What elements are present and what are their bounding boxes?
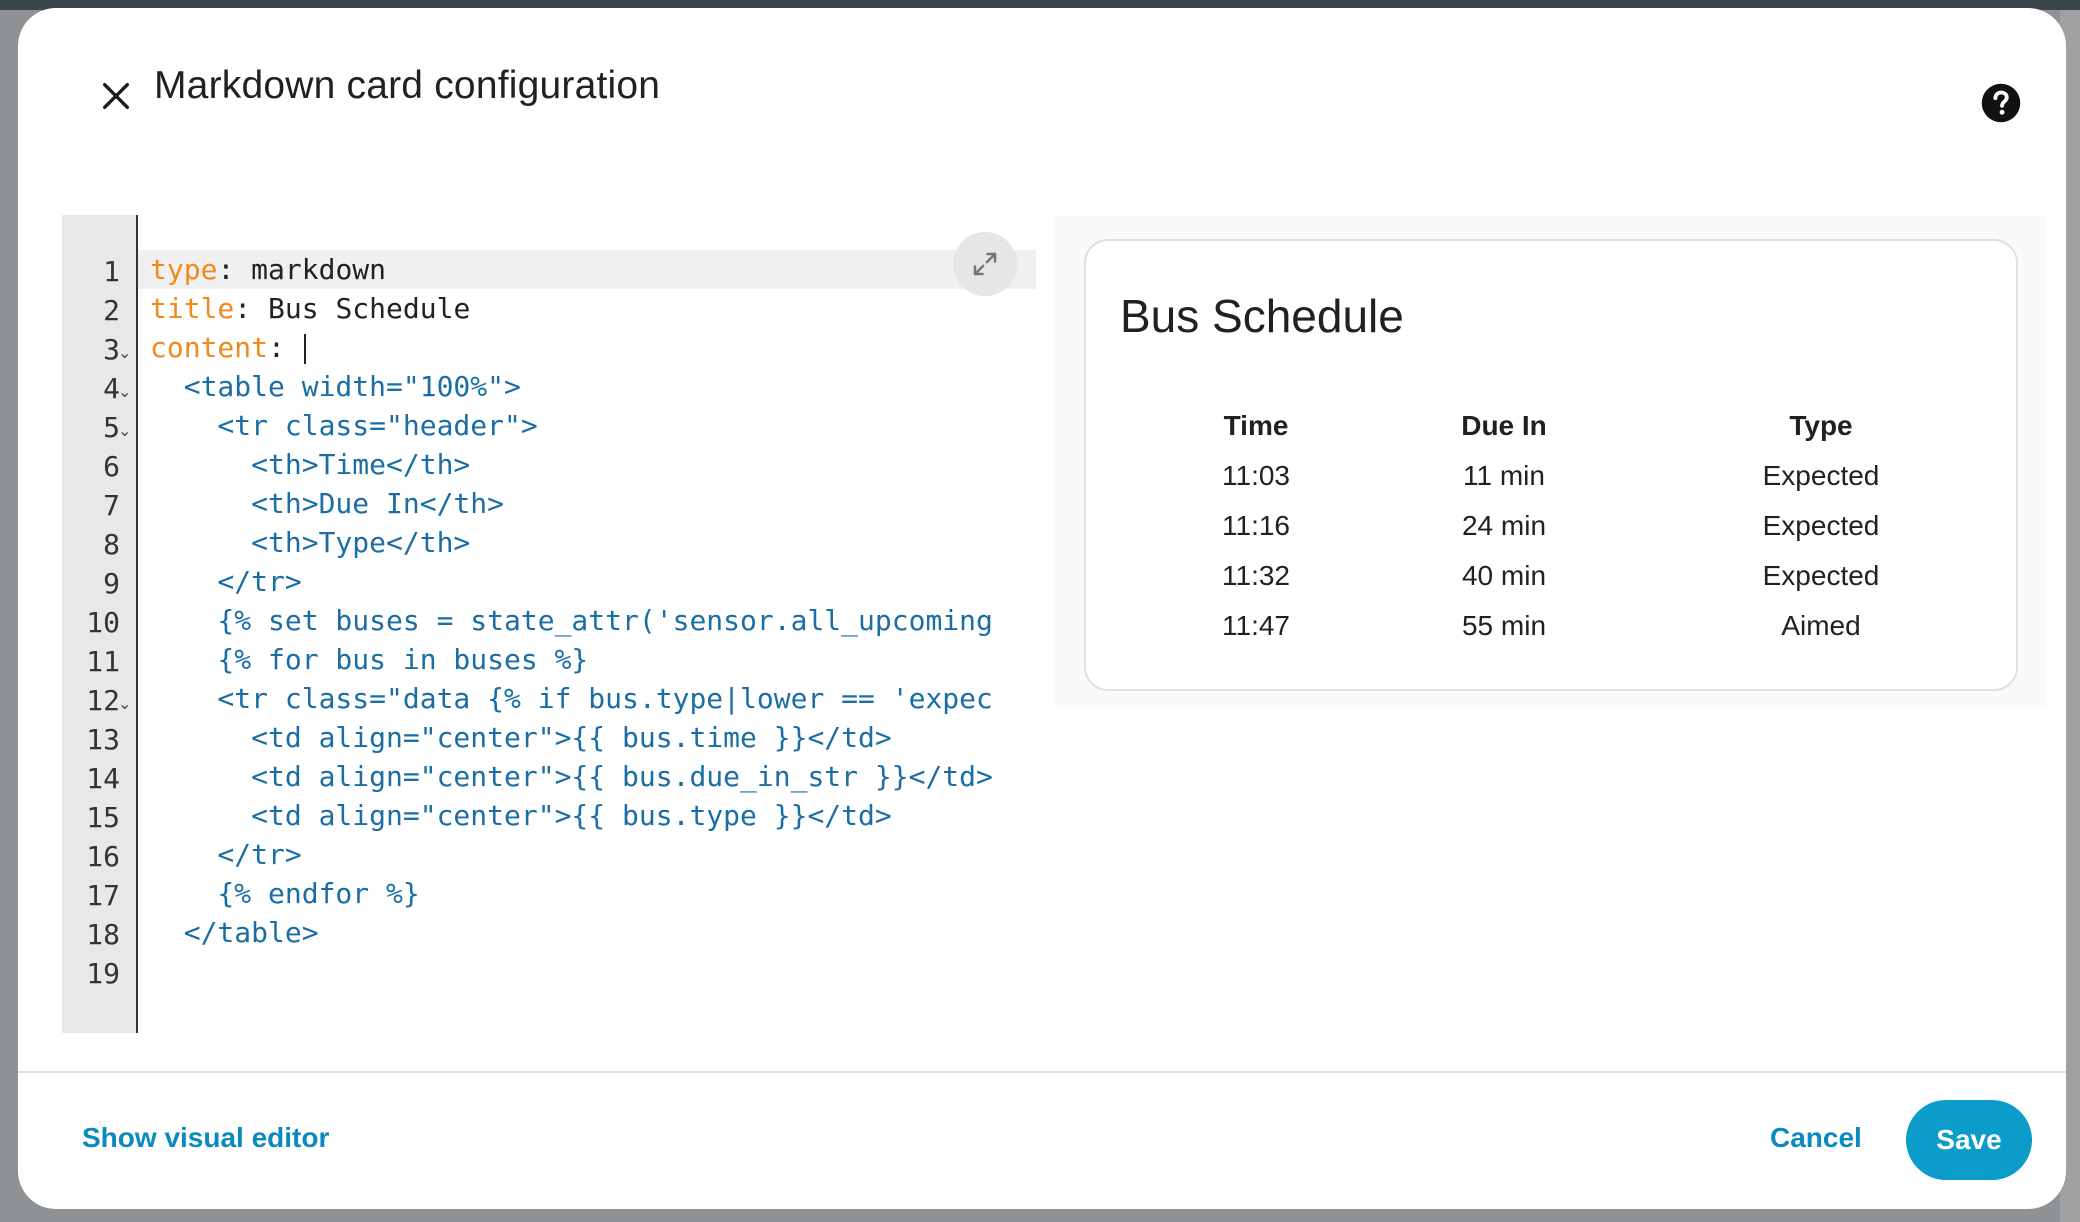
help-button[interactable] xyxy=(1964,66,2038,140)
code-line[interactable]: <th>Due In</th> xyxy=(150,484,504,523)
code-line[interactable]: <tr class="data {% if bus.type|lower == … xyxy=(150,679,992,718)
line-number: 3 xyxy=(103,333,120,366)
code-line[interactable]: <tr class="header"> xyxy=(150,406,537,445)
code-line[interactable]: <th>Time</th> xyxy=(150,445,470,484)
fold-chevron-icon[interactable]: ⌄ xyxy=(118,421,131,440)
code-line[interactable]: <td align="center">{{ bus.due_in_str }}<… xyxy=(150,757,993,796)
table-header-row: Time Due In Type xyxy=(1116,401,1976,451)
column-header: Due In xyxy=(1461,410,1547,441)
table-cell: 40 min xyxy=(1461,560,1547,591)
code-line[interactable]: </table> xyxy=(150,913,319,952)
code-line[interactable]: {% endfor %} xyxy=(150,874,419,913)
code-line[interactable]: <table width="100%"> xyxy=(150,367,521,406)
close-button[interactable] xyxy=(76,56,156,136)
table-row: 11:16 24 min Expected xyxy=(1116,501,1976,551)
table-row: 11:47 55 min Aimed xyxy=(1116,601,1976,651)
table-row: 11:32 40 min Expected xyxy=(1116,551,1976,601)
cancel-button[interactable]: Cancel xyxy=(1770,1122,1862,1154)
dialog-title: Markdown card configuration xyxy=(154,64,661,107)
table-cell: 55 min xyxy=(1461,610,1547,641)
line-number: 18 xyxy=(86,918,120,951)
table-cell: 11 min xyxy=(1463,460,1545,491)
fold-chevron-icon[interactable]: ⌄ xyxy=(118,694,131,713)
code-line[interactable]: content: xyxy=(150,328,306,367)
bus-schedule-table: Time Due In Type 11:03 11 min Expected 1… xyxy=(1116,401,1976,651)
footer-divider xyxy=(18,1071,2066,1073)
line-number: 19 xyxy=(86,957,120,990)
code-line[interactable]: </tr> xyxy=(150,562,301,601)
fold-chevron-icon[interactable]: ⌄ xyxy=(118,343,131,362)
line-number: 5 xyxy=(103,411,120,444)
yaml-code-editor[interactable]: 1 2 3 ⌄ 4 ⌄ 5 ⌄ 6 7 8 9 10 11 12 ⌄ 13 14… xyxy=(62,215,1050,1033)
markdown-card-preview: Bus Schedule Time Due In Type 11:03 11 m… xyxy=(1084,239,2018,691)
line-number: 16 xyxy=(86,840,120,873)
expand-editor-button[interactable] xyxy=(953,232,1017,296)
line-number: 12 xyxy=(86,684,120,717)
line-number: 14 xyxy=(86,762,120,795)
table-cell: Expected xyxy=(1762,560,1880,591)
line-number-gutter: 1 2 3 ⌄ 4 ⌄ 5 ⌄ 6 7 8 9 10 11 12 ⌄ 13 14… xyxy=(62,215,138,1033)
line-number: 2 xyxy=(103,294,120,327)
show-visual-editor-button[interactable]: Show visual editor xyxy=(82,1122,329,1154)
close-icon xyxy=(102,82,130,110)
fold-chevron-icon[interactable]: ⌄ xyxy=(118,382,131,401)
code-line[interactable]: <td align="center">{{ bus.type }}</td> xyxy=(150,796,892,835)
code-line[interactable]: {% set buses = state_attr('sensor.all_up… xyxy=(150,601,992,640)
card-config-dialog: Markdown card configuration 1 2 3 ⌄ 4 ⌄ … xyxy=(18,8,2066,1209)
line-number: 6 xyxy=(103,450,120,483)
line-number: 4 xyxy=(103,372,120,405)
text-cursor xyxy=(303,334,306,364)
code-line[interactable]: type: markdown xyxy=(150,250,386,289)
line-number: 8 xyxy=(103,528,120,561)
table-row: 11:03 11 min Expected xyxy=(1116,451,1976,501)
line-number: 7 xyxy=(103,489,120,522)
line-number: 1 xyxy=(103,255,120,288)
code-line[interactable]: <td align="center">{{ bus.time }}</td> xyxy=(150,718,892,757)
expand-icon xyxy=(973,252,997,276)
table-cell: Expected xyxy=(1762,510,1880,541)
line-number: 10 xyxy=(86,606,120,639)
table-cell: Aimed xyxy=(1781,610,1861,641)
column-header: Type xyxy=(1789,410,1853,441)
line-number: 13 xyxy=(86,723,120,756)
line-number: 17 xyxy=(86,879,120,912)
line-number: 11 xyxy=(86,645,120,678)
code-line[interactable]: {% for bus in buses %} xyxy=(150,640,588,679)
code-line[interactable]: title: Bus Schedule xyxy=(150,289,470,328)
card-title: Bus Schedule xyxy=(1120,290,1404,342)
save-button[interactable]: Save xyxy=(1906,1100,2032,1180)
table-cell: 24 min xyxy=(1461,510,1547,541)
line-number: 15 xyxy=(86,801,120,834)
code-line[interactable]: </tr> xyxy=(150,835,301,874)
code-content[interactable]: type: markdown title: Bus Schedule conte… xyxy=(150,215,1050,1033)
code-line[interactable]: <th>Type</th> xyxy=(150,523,470,562)
line-number: 9 xyxy=(103,567,120,600)
help-circle-icon xyxy=(1981,83,2021,123)
table-cell: Expected xyxy=(1762,460,1880,491)
